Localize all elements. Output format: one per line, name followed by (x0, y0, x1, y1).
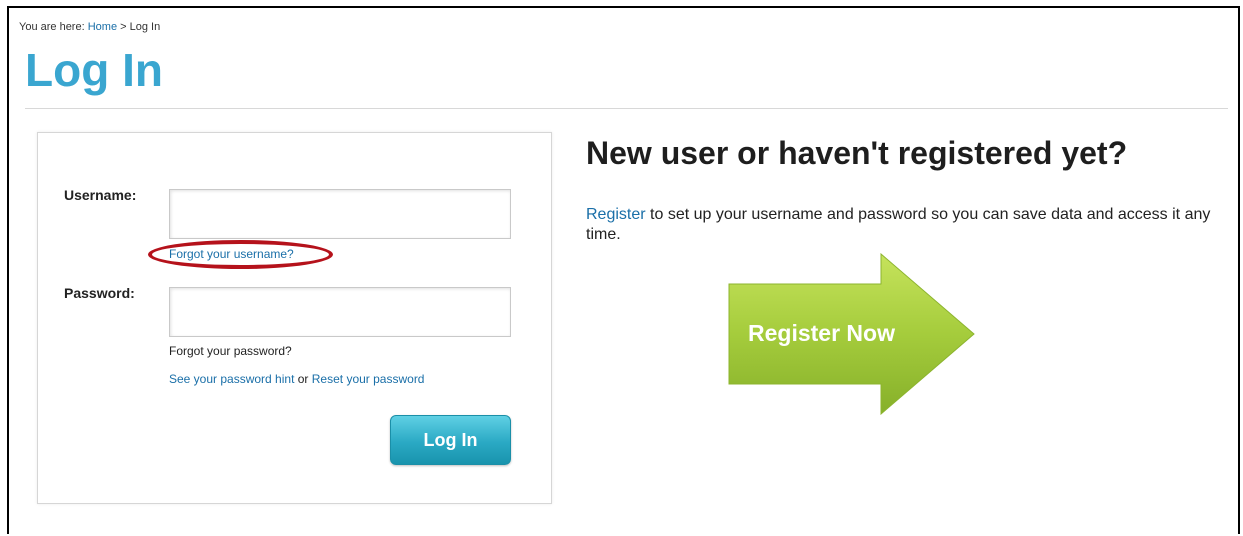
register-now-button[interactable] (728, 253, 976, 415)
username-label: Username: (64, 187, 137, 203)
username-input[interactable] (169, 189, 511, 239)
password-recovery-links: See your password hint or Reset your pas… (169, 372, 424, 386)
password-input[interactable] (169, 287, 511, 337)
breadcrumb: You are here: Home > Log In (19, 21, 160, 33)
register-heading: New user or haven't registered yet? (586, 135, 1128, 171)
breadcrumb-separator: > (120, 21, 127, 33)
title-divider (25, 108, 1228, 109)
highlight-annotation (148, 240, 333, 269)
breadcrumb-current: Log In (129, 21, 161, 33)
or-text: or (297, 372, 309, 386)
page-title: Log In (25, 44, 163, 96)
register-link[interactable]: Register (586, 206, 646, 223)
breadcrumb-prefix: You are here: (19, 21, 85, 33)
password-hint-link[interactable]: See your password hint (169, 372, 294, 386)
login-button[interactable]: Log In (390, 415, 511, 465)
password-label: Password: (64, 285, 135, 301)
arrow-shape (728, 253, 975, 415)
breadcrumb-home-link[interactable]: Home (88, 21, 117, 33)
forgot-password-text: Forgot your password? (169, 344, 292, 358)
register-description-text: to set up your username and password so … (586, 206, 1211, 243)
register-description: Register to set up your username and pas… (586, 205, 1226, 245)
reset-password-link[interactable]: Reset your password (312, 372, 425, 386)
